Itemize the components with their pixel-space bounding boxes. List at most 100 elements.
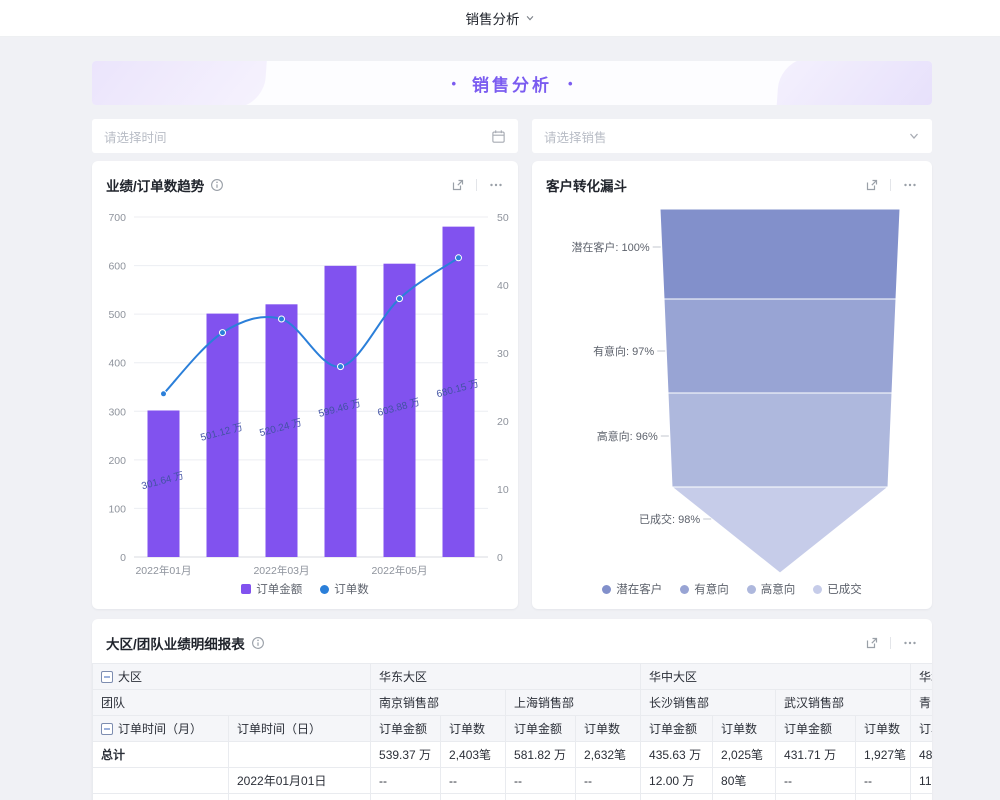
header-cell: 武汉销售部: [776, 690, 911, 716]
banner-title: • 销售分析 •: [451, 71, 572, 96]
header-cell: 青岛销售部: [911, 690, 932, 716]
calendar-icon: [491, 129, 506, 144]
x-axis-tick: 2022年03月: [253, 564, 309, 577]
table-cell: 2,403笔: [441, 742, 506, 768]
table-row: 2022年01月02日--------23.05 万90笔----: [93, 794, 933, 800]
line-point: [456, 255, 462, 261]
funnel-stage: [660, 209, 900, 299]
legend-label: 已成交: [827, 581, 862, 597]
sales-filter-select[interactable]: 请选择销售: [532, 119, 932, 153]
table-header-row: 团队南京销售部上海销售部长沙销售部武汉销售部青岛销售部: [93, 690, 933, 716]
table-cell: 539.37 万: [371, 742, 441, 768]
header-cell-label: 订单时间（日）: [237, 722, 321, 736]
left-axis-tick: 0: [120, 552, 126, 564]
legend-label: 有意向: [694, 581, 729, 597]
banner-decoration-left: [92, 61, 270, 105]
header-cell-label: 南京销售部: [379, 696, 439, 710]
table-cell: [93, 794, 229, 800]
info-icon[interactable]: [251, 636, 265, 650]
pivot-table: 大区华东大区华中大区华北大区团队南京销售部上海销售部长沙销售部武汉销售部青岛销售…: [92, 663, 932, 800]
more-icon[interactable]: [488, 178, 504, 192]
legend-item[interactable]: 高意向: [747, 581, 796, 597]
table-cell: --: [576, 768, 641, 794]
table-cell: --: [856, 794, 911, 800]
table-cell: --: [371, 794, 441, 800]
funnel-card-header: 客户转化漏斗: [532, 161, 932, 201]
header-cell[interactable]: 订单时间（月）: [93, 716, 229, 742]
table-cell: --: [371, 768, 441, 794]
header-cell-label: 订单数: [721, 722, 757, 736]
legend-item[interactable]: 订单数: [320, 581, 369, 597]
header-cell-label: 华中大区: [649, 670, 697, 684]
topbar: 销售分析: [0, 0, 1000, 37]
header-cell: 订单金额: [776, 716, 856, 742]
trend-chart[interactable]: 010020030040050060070001020304050301.64 …: [92, 201, 518, 577]
legend-item[interactable]: 订单金额: [241, 581, 302, 597]
legend-label: 订单金额: [256, 581, 302, 597]
table-cell: --: [506, 768, 576, 794]
table-cell: --: [856, 768, 911, 794]
legend-item[interactable]: 有意向: [680, 581, 729, 597]
right-axis-tick: 40: [497, 280, 509, 292]
header-cell-label: 武汉销售部: [784, 696, 844, 710]
header-cell: 华东大区: [371, 664, 641, 690]
right-axis-tick: 0: [497, 552, 503, 564]
header-cell-label: 上海销售部: [514, 696, 574, 710]
table-cell: --: [776, 768, 856, 794]
table-cell: 2022年01月01日: [229, 768, 371, 794]
header-cell: 订单数: [856, 716, 911, 742]
legend-marker: [680, 585, 689, 594]
time-filter-input[interactable]: 请选择时间: [92, 119, 518, 153]
header-cell: 订单金额: [641, 716, 713, 742]
header-cell: 团队: [93, 690, 371, 716]
legend-label: 潜在客户: [616, 581, 662, 597]
info-icon[interactable]: [210, 178, 224, 192]
export-icon[interactable]: [865, 636, 879, 650]
x-axis-tick: 2022年01月: [135, 564, 191, 577]
legend-item[interactable]: 已成交: [813, 581, 862, 597]
legend-item[interactable]: 潜在客户: [602, 581, 662, 597]
header-cell-label: 华东大区: [379, 670, 427, 684]
funnel-stage: [668, 393, 892, 487]
left-axis-tick: 200: [108, 455, 126, 467]
line-point: [220, 330, 226, 336]
legend-label: 订单数: [334, 581, 369, 597]
table-cell: [911, 794, 932, 800]
page-title-dropdown[interactable]: 销售分析: [466, 8, 535, 28]
table-header-row: 订单时间（月）订单时间（日）订单金额订单数订单金额订单数订单金额订单数订单金额订…: [93, 716, 933, 742]
funnel-stage-label: 高意向: 96%: [597, 429, 658, 443]
header-cell-label: 订单数: [864, 722, 900, 736]
export-icon[interactable]: [865, 178, 879, 192]
dashboard-banner: • 销售分析 •: [92, 61, 932, 105]
header-cell-label: 青岛销售部: [919, 696, 932, 710]
more-icon[interactable]: [902, 636, 918, 650]
table-cell: --: [576, 794, 641, 800]
banner-title-text: 销售分析: [472, 71, 552, 96]
time-filter-placeholder: 请选择时间: [104, 127, 167, 146]
export-icon[interactable]: [451, 178, 465, 192]
report-table-card: 大区/团队业绩明细报表 大区华东大区华中大区华北大区团队南京销售部上海销售部长沙…: [92, 619, 932, 800]
table-cell: [93, 768, 229, 794]
more-icon[interactable]: [902, 178, 918, 192]
funnel-stage-label: 潜在客户: 100%: [571, 240, 649, 254]
header-cell-label: 订单数: [584, 722, 620, 736]
header-cell-label: 华北大区: [919, 670, 932, 684]
trend-card-header: 业绩/订单数趋势: [92, 161, 518, 201]
table-cell: 90笔: [713, 794, 776, 800]
header-divider: [890, 637, 891, 649]
pivot-table-scroll-area[interactable]: 大区华东大区华中大区华北大区团队南京销售部上海销售部长沙销售部武汉销售部青岛销售…: [92, 663, 932, 800]
header-cell: 华中大区: [641, 664, 911, 690]
table-cell: 2022年01月02日: [229, 794, 371, 800]
left-axis-tick: 600: [108, 261, 126, 273]
legend-marker: [602, 585, 611, 594]
header-cell-label: 大区: [118, 670, 142, 684]
chevron-down-icon: [525, 13, 535, 23]
trend-chart-card: 业绩/订单数趋势 0100200300400500600700010203040…: [92, 161, 518, 609]
left-axis-tick: 300: [108, 406, 126, 418]
funnel-chart[interactable]: 潜在客户: 100%有意向: 97%高意向: 96%已成交: 98%: [532, 201, 932, 577]
header-cell[interactable]: 大区: [93, 664, 371, 690]
trend-chart-svg: 010020030040050060070001020304050301.64 …: [92, 201, 518, 577]
banner-decoration-right: [774, 61, 932, 105]
chevron-down-icon: [908, 130, 920, 142]
header-cell: 订单金额: [506, 716, 576, 742]
